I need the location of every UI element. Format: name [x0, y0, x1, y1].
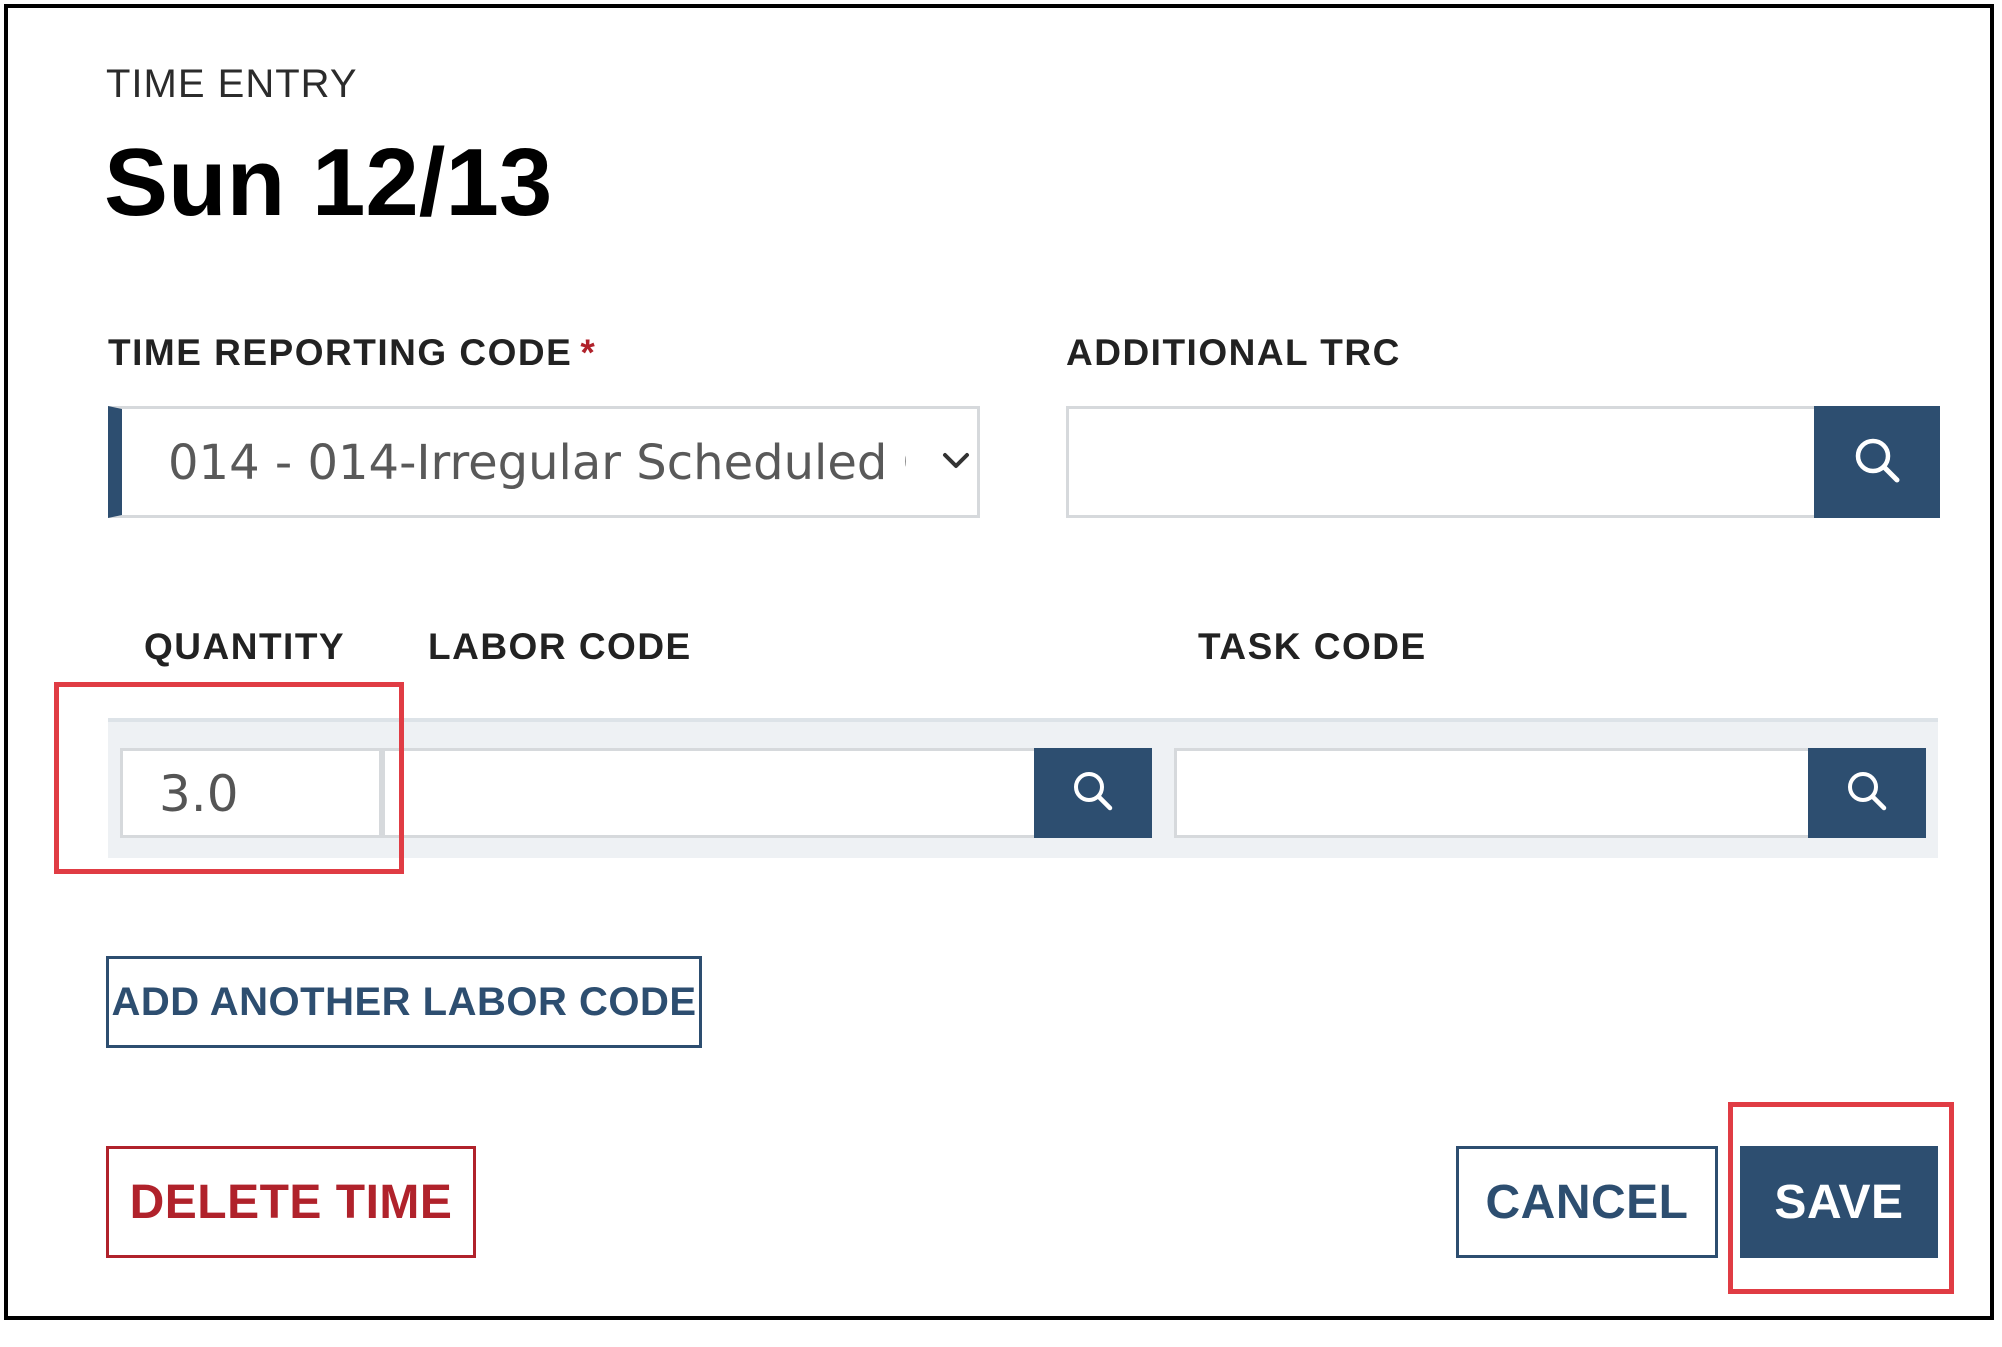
cancel-button[interactable]: CANCEL — [1456, 1146, 1718, 1258]
labor-code-search-button[interactable] — [1034, 748, 1152, 838]
quantity-input[interactable]: 3.0 — [120, 748, 382, 838]
trc-label-text: TIME REPORTING CODE — [108, 332, 573, 373]
trc-select-value: 014 - 014-Irregular Scheduled OT — [168, 435, 906, 491]
quantity-value: 3.0 — [159, 765, 239, 823]
chevron-down-icon — [940, 445, 972, 482]
additional-trc-input[interactable] — [1066, 406, 1818, 518]
search-icon — [1844, 768, 1890, 819]
required-asterisk: * — [580, 332, 597, 373]
additional-trc-label: ADDITIONAL TRC — [1066, 332, 1401, 373]
trc-select[interactable]: 014 - 014-Irregular Scheduled OT — [108, 406, 980, 518]
task-code-search-button[interactable] — [1808, 748, 1926, 838]
delete-time-button[interactable]: DELETE TIME — [106, 1146, 476, 1258]
time-entry-dialog: TIME ENTRY Sun 12/13 TIME REPORTING CODE… — [4, 4, 1994, 1320]
save-button[interactable]: SAVE — [1740, 1146, 1938, 1258]
search-icon — [1851, 434, 1903, 491]
labor-code-label: LABOR CODE — [428, 626, 692, 667]
dialog-title: Sun 12/13 — [104, 129, 553, 236]
task-code-input[interactable] — [1174, 748, 1812, 838]
task-code-label: TASK CODE — [1198, 626, 1427, 667]
quantity-label: QUANTITY — [144, 626, 346, 667]
search-icon — [1070, 768, 1116, 819]
trc-label: TIME REPORTING CODE * — [108, 332, 596, 374]
additional-trc-search-button[interactable] — [1814, 406, 1940, 518]
labor-code-input[interactable] — [382, 748, 1038, 838]
dialog-eyebrow: TIME ENTRY — [106, 62, 358, 106]
add-labor-code-button[interactable]: ADD ANOTHER LABOR CODE — [106, 956, 702, 1048]
